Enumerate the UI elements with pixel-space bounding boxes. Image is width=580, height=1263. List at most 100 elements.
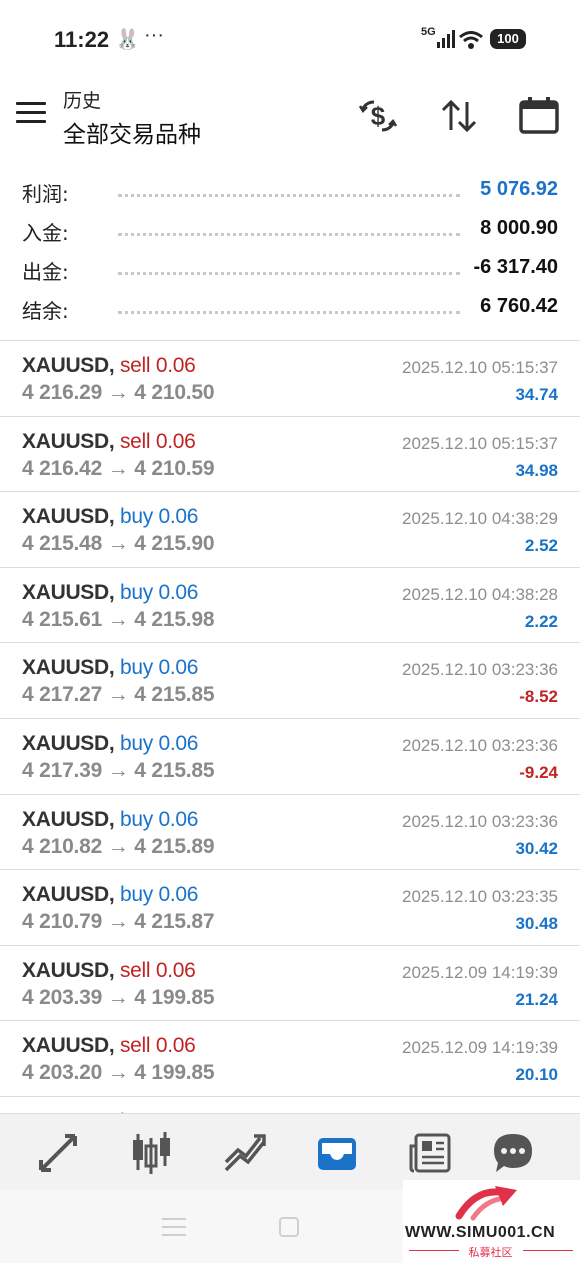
- battery-indicator: 100: [490, 29, 526, 49]
- hamburger-menu-icon[interactable]: [16, 102, 46, 128]
- trade-profit: -9.24: [519, 762, 558, 782]
- trade-symbol: XAUUSD, sell 0.06: [22, 354, 196, 378]
- symbol-name: XAUUSD,: [22, 807, 115, 831]
- symbol-name: XAUUSD,: [22, 958, 115, 982]
- trade-row[interactable]: XAUUSD, sell 0.06 4 216.42 → 4 210.59 2025…: [0, 417, 580, 493]
- candlestick-chart-icon[interactable]: [128, 1130, 174, 1176]
- open-price: 4 210.82: [22, 834, 103, 858]
- close-price: 4 210.59: [134, 456, 215, 480]
- summary-label: 利润:: [22, 182, 69, 206]
- inbox-history-icon[interactable]: [314, 1130, 360, 1176]
- sort-icon[interactable]: [437, 94, 481, 138]
- chat-icon[interactable]: [490, 1130, 536, 1176]
- trade-row[interactable]: XAUUSD, buy 0.06 4 215.61 → 4 215.98 2025.…: [0, 568, 580, 644]
- arrow-icon: →: [107, 985, 129, 1009]
- watermark-url: WWW.SIMU001.CN: [405, 1224, 556, 1241]
- trade-side: buy 0.06: [119, 807, 199, 831]
- status-bar: 11:22 🐰 ··· 5G 100: [0, 0, 580, 80]
- close-price: 4 215.85: [134, 758, 215, 782]
- app-header: 历史 全部交易品种 $: [0, 80, 580, 160]
- trade-row[interactable]: XAUUSD, sell 0.06 4 203.20 → 4 199.85 2025…: [0, 1021, 580, 1097]
- summary-deposit: 入金: 8 000.90: [0, 211, 580, 250]
- watermark: WWW.SIMU001.CN 私募社区: [403, 1180, 580, 1263]
- open-price: 4 216.42: [22, 456, 103, 480]
- trade-row[interactable]: XAUUSD, sell 0.06 4 216.29 → 4 210.50 2025…: [0, 341, 580, 417]
- open-price: 4 217.27: [22, 683, 103, 707]
- trade-side: sell 0.06: [119, 354, 196, 377]
- summary-value: 6 760.42: [480, 295, 558, 317]
- trade-row[interactable]: XAUUSD, buy 0.06 4 217.27 → 4 215.85 2025.…: [0, 643, 580, 719]
- trade-profit: 30.42: [515, 838, 558, 858]
- trade-arrows-icon[interactable]: [35, 1130, 81, 1176]
- trade-prices: 4 210.82 → 4 215.89: [22, 834, 215, 859]
- trade-prices: 4 216.29 → 4 210.50: [22, 381, 215, 405]
- trade-row[interactable]: XAUUSD, buy 0.06 4 210.79 → 4 215.87 2025.…: [0, 870, 580, 946]
- trade-profit: 2.52: [524, 536, 558, 556]
- trade-prices: 4 215.61 → 4 215.98: [22, 607, 215, 632]
- home-button[interactable]: [279, 1217, 299, 1237]
- close-price: 4 199.85: [134, 985, 215, 1009]
- account-summary: 利润: 5 076.92 入金: 8 000.90 出金: -6 317.40 …: [0, 172, 580, 328]
- currency-exchange-icon[interactable]: $: [356, 94, 400, 138]
- symbol-name: XAUUSD,: [22, 883, 115, 907]
- summary-withdrawal: 出金: -6 317.40: [0, 250, 580, 289]
- watermark-logo: [455, 1186, 517, 1221]
- arrow-icon: →: [107, 758, 129, 782]
- summary-balance: 结余: 6 760.42: [0, 289, 580, 328]
- trade-symbol: XAUUSD, sell 0.06: [22, 1034, 196, 1058]
- trade-row[interactable]: XAUUSD, sell 0.06 4 203.39 → 4 199.85 2025…: [0, 946, 580, 1022]
- trade-symbol: XAUUSD, buy 0.06: [22, 808, 198, 832]
- close-price: 4 215.90: [134, 532, 215, 556]
- trade-profit: 34.74: [515, 385, 558, 404]
- trade-time: 2025.12.10 04:38:28: [402, 584, 558, 604]
- trade-prices: 4 216.42 → 4 210.59: [22, 456, 215, 481]
- close-price: 4 215.87: [134, 910, 215, 934]
- page-title[interactable]: 全部交易品种: [63, 115, 201, 149]
- trade-profit: 2.22: [524, 611, 558, 631]
- trade-side: sell 0.06: [119, 958, 196, 982]
- symbol-name: XAUUSD,: [22, 1034, 115, 1058]
- recent-apps-button[interactable]: [162, 1218, 186, 1236]
- dotted-leader: [118, 311, 460, 314]
- trade-side: buy 0.06: [119, 731, 199, 755]
- open-price: 4 215.48: [22, 532, 103, 556]
- trade-side: sell 0.06: [119, 429, 196, 453]
- dotted-leader: [118, 272, 460, 275]
- trade-row[interactable]: XAUUSD, buy 0.06 4 217.39 → 4 215.85 2025.…: [0, 719, 580, 795]
- trade-side: buy 0.06: [119, 580, 199, 604]
- symbol-name: XAUUSD,: [22, 656, 115, 680]
- trade-prices: 4 203.39 → 4 199.85: [22, 985, 215, 1010]
- trend-chart-icon[interactable]: [222, 1130, 268, 1176]
- summary-value: -6 317.40: [473, 256, 558, 278]
- watermark-line: [523, 1250, 573, 1251]
- trade-row[interactable]: XAUUSD, buy 0.06 →: [0, 1097, 580, 1113]
- network-type: 5G: [421, 26, 436, 38]
- trade-time: 2025.12.10 04:38:29: [402, 509, 558, 529]
- trade-prices: 4 217.39 → 4 215.85: [22, 758, 215, 783]
- trade-time: 2025.12.09 14:19:39: [402, 1038, 558, 1058]
- trade-row[interactable]: XAUUSD, buy 0.06 4 210.82 → 4 215.89 2025.…: [0, 795, 580, 871]
- close-price: 4 215.98: [134, 607, 215, 631]
- arrow-icon: →: [107, 381, 129, 404]
- arrow-icon: →: [107, 1061, 129, 1085]
- trade-symbol: XAUUSD, sell 0.06: [22, 959, 196, 983]
- trade-symbol: XAUUSD, buy 0.06: [22, 883, 198, 907]
- trade-profit: 20.10: [515, 1065, 558, 1085]
- trade-row[interactable]: XAUUSD, buy 0.06 4 215.48 → 4 215.90 2025.…: [0, 492, 580, 568]
- news-icon[interactable]: [407, 1130, 453, 1176]
- trade-time: 2025.12.10 03:23:36: [402, 660, 558, 680]
- calendar-icon[interactable]: [517, 94, 561, 138]
- trade-history-list[interactable]: XAUUSD, sell 0.06 4 216.29 → 4 210.50 2025…: [0, 341, 580, 1113]
- page-subtitle: 历史: [63, 90, 102, 112]
- trade-time: 2025.12.10 05:15:37: [402, 433, 558, 453]
- open-price: 4 210.79: [22, 910, 103, 934]
- arrow-icon: →: [107, 532, 129, 556]
- close-price: 4 215.85: [134, 683, 215, 707]
- watermark-caption: 私募社区: [468, 1246, 513, 1259]
- symbol-name: XAUUSD,: [22, 429, 115, 453]
- dotted-leader: [118, 194, 460, 197]
- bottom-navigation: [0, 1113, 580, 1190]
- symbol-name: XAUUSD,: [22, 505, 115, 529]
- close-price: 4 199.85: [134, 1061, 215, 1085]
- trade-side: buy 0.06: [119, 883, 199, 907]
